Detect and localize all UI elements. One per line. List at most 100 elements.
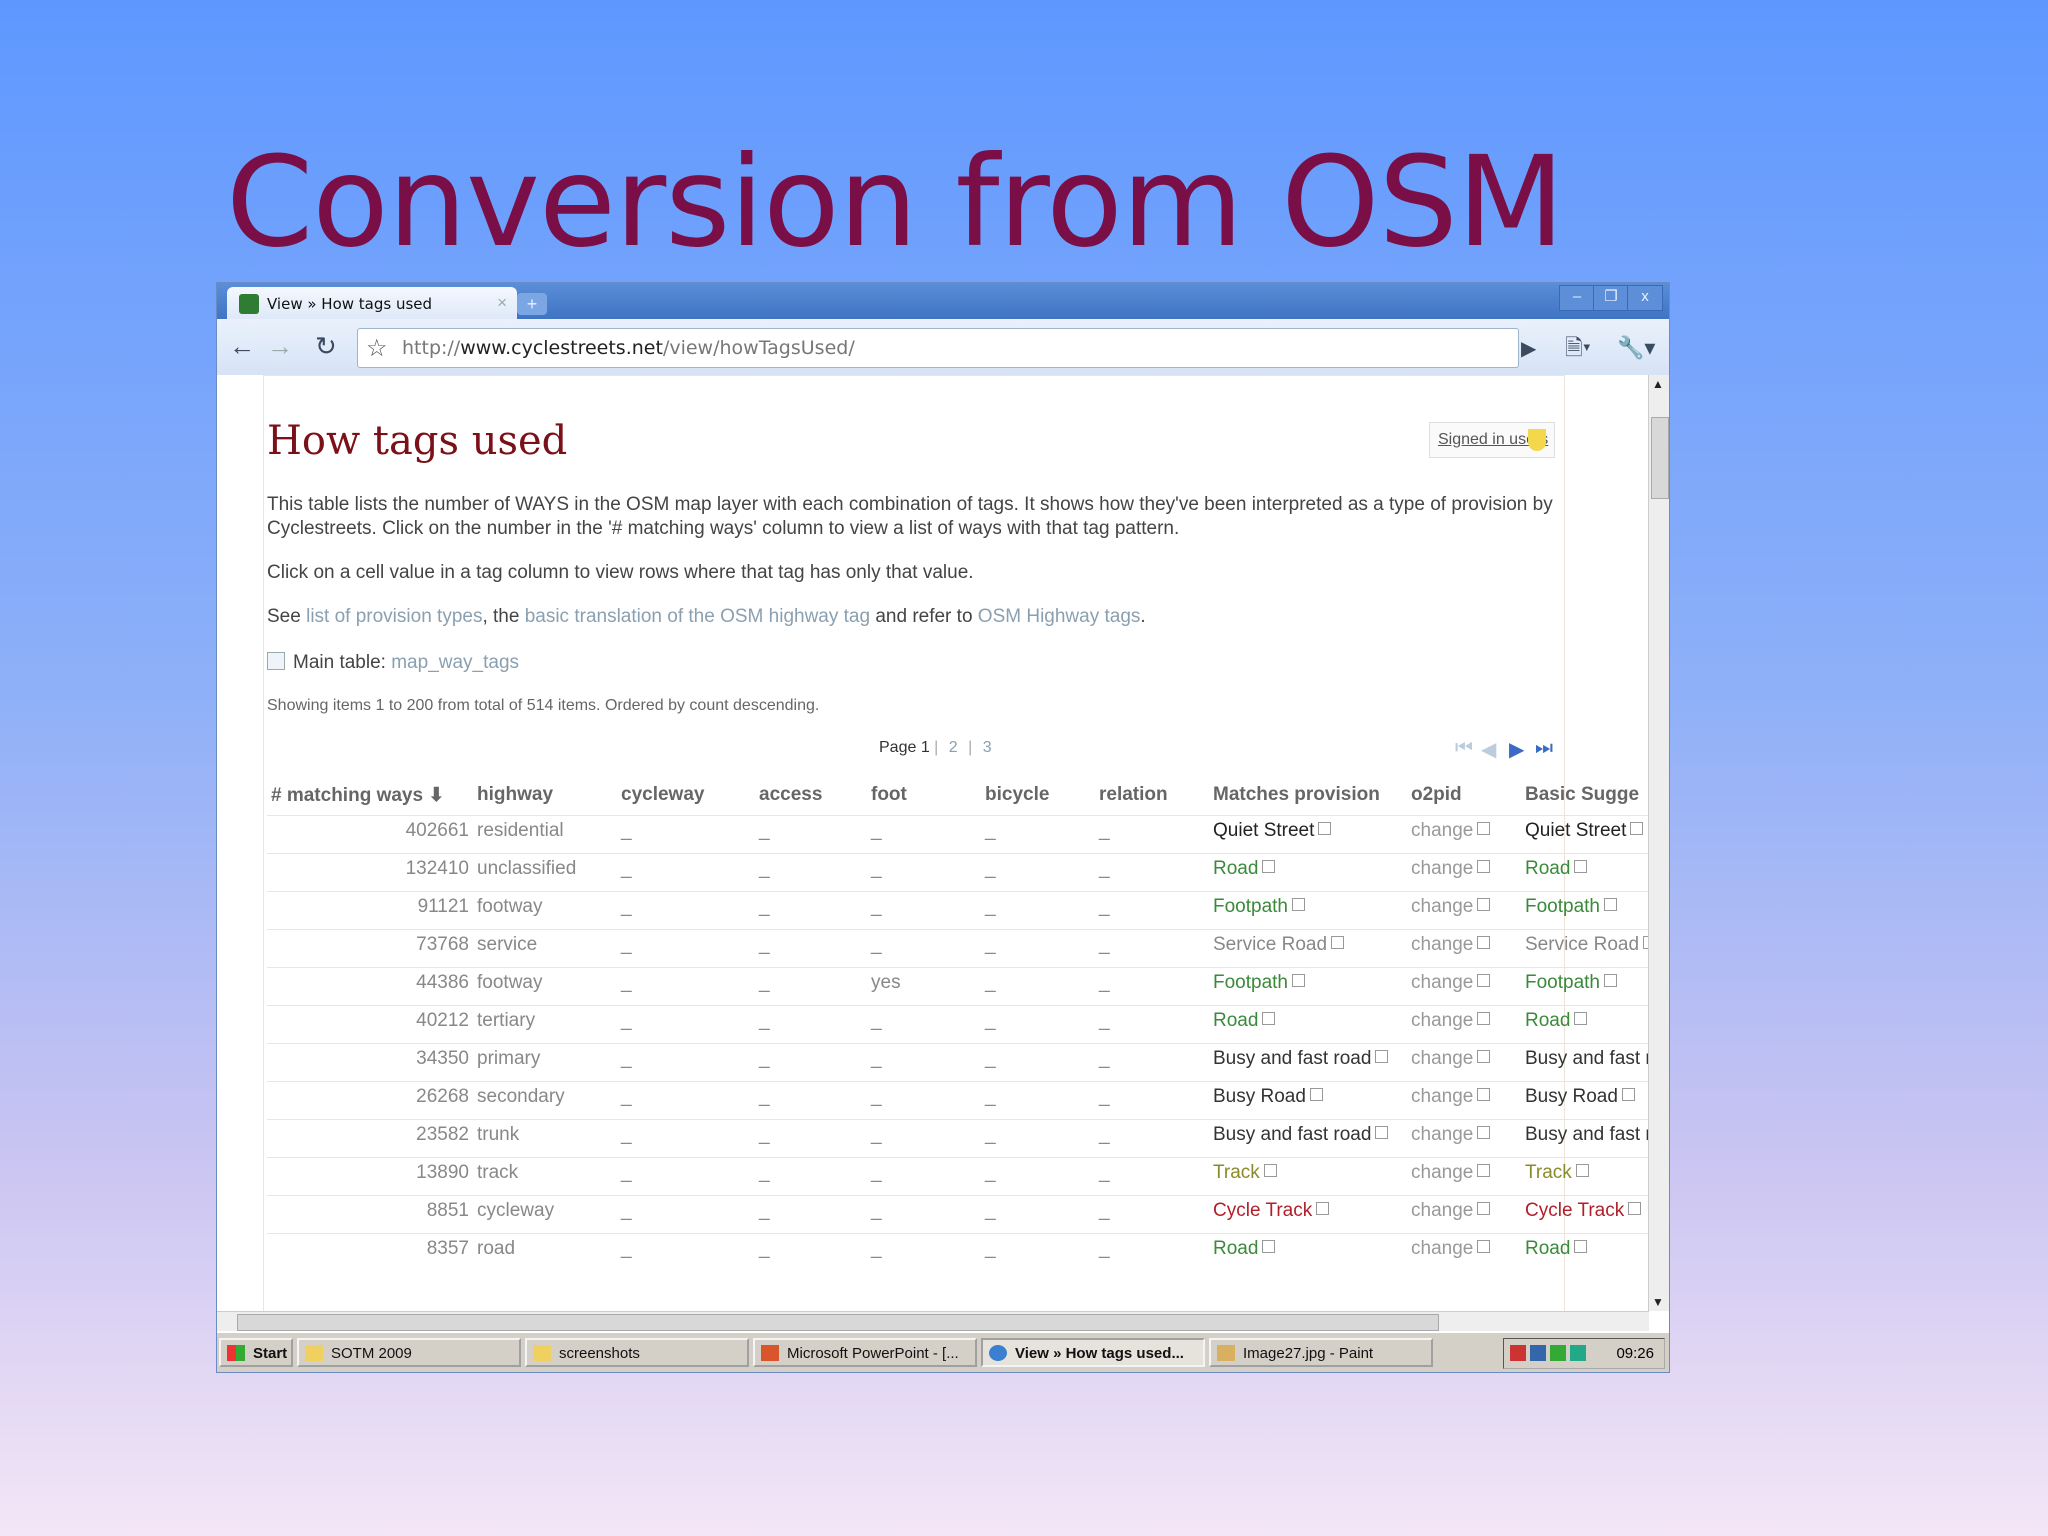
page-3-link[interactable]: 3	[977, 739, 998, 756]
access-cell[interactable]: _	[755, 891, 867, 930]
taskbar-item-browser[interactable]: View » How tags used...	[981, 1338, 1205, 1367]
highway-cell[interactable]: unclassified	[473, 853, 617, 892]
col-highway[interactable]: highway	[473, 775, 617, 816]
bicycle-cell[interactable]: _	[981, 891, 1095, 930]
horizontal-scrollbar[interactable]	[217, 1311, 1649, 1332]
external-link-icon[interactable]	[1477, 1050, 1491, 1063]
cycleway-cell[interactable]: _	[617, 967, 755, 1006]
basic-suggestion-cell[interactable]: Quiet Street	[1521, 815, 1649, 854]
external-link-icon[interactable]	[1477, 1202, 1491, 1215]
basic-suggestion-cell[interactable]: Cycle Track	[1521, 1195, 1649, 1234]
access-cell[interactable]: _	[755, 1233, 867, 1271]
tray-icon-1[interactable]	[1510, 1345, 1526, 1361]
change-cell[interactable]: change	[1407, 891, 1521, 930]
relation-cell[interactable]: _	[1095, 853, 1209, 892]
browser-tab[interactable]: View » How tags used ×	[227, 287, 517, 319]
bicycle-cell[interactable]: _	[981, 929, 1095, 968]
bicycle-cell[interactable]: _	[981, 1081, 1095, 1120]
basic-suggestion-cell[interactable]: Footpath	[1521, 967, 1649, 1006]
external-link-icon[interactable]	[1604, 974, 1617, 987]
external-link-icon[interactable]	[1375, 1050, 1389, 1063]
relation-cell[interactable]: _	[1095, 891, 1209, 930]
relation-cell[interactable]: _	[1095, 1081, 1209, 1120]
foot-cell[interactable]: _	[867, 1233, 981, 1271]
access-cell[interactable]: _	[755, 1157, 867, 1196]
foot-cell[interactable]: _	[867, 815, 981, 854]
reload-icon[interactable]: ↻	[315, 333, 337, 359]
next-page-icon[interactable]: ▶	[1509, 737, 1524, 762]
basic-suggestion-cell[interactable]: Road	[1521, 1005, 1649, 1044]
change-cell[interactable]: change	[1407, 1195, 1521, 1234]
bicycle-cell[interactable]: _	[981, 1005, 1095, 1044]
provision-cell[interactable]: Busy and fast road	[1209, 1043, 1407, 1082]
start-button[interactable]: Start	[219, 1338, 293, 1367]
cycleway-cell[interactable]: _	[617, 1081, 755, 1120]
taskbar-item-powerpoint[interactable]: Microsoft PowerPoint - [...	[753, 1338, 977, 1367]
first-page-icon[interactable]: ⏮	[1455, 737, 1473, 760]
external-link-icon[interactable]	[1477, 1088, 1491, 1101]
change-cell[interactable]: change	[1407, 1043, 1521, 1082]
count-cell[interactable]: 34350	[267, 1043, 473, 1082]
tray-icon-3[interactable]	[1550, 1345, 1566, 1361]
col-relation[interactable]: relation	[1095, 775, 1209, 816]
external-link-icon[interactable]	[1477, 860, 1491, 873]
cycleway-cell[interactable]: _	[617, 1157, 755, 1196]
external-link-icon[interactable]	[1477, 1240, 1491, 1253]
new-tab-button[interactable]: +	[517, 293, 547, 315]
access-cell[interactable]: _	[755, 1081, 867, 1120]
col-foot[interactable]: foot	[867, 775, 981, 816]
external-link-icon[interactable]	[1262, 1240, 1276, 1253]
external-link-icon[interactable]	[1318, 822, 1332, 835]
basic-suggestion-cell[interactable]: Busy and fast road	[1521, 1043, 1649, 1082]
bicycle-cell[interactable]: _	[981, 853, 1095, 892]
bicycle-cell[interactable]: _	[981, 1195, 1095, 1234]
external-link-icon[interactable]	[1574, 1012, 1588, 1025]
basic-suggestion-cell[interactable]: Footpath	[1521, 891, 1649, 930]
change-cell[interactable]: change	[1407, 815, 1521, 854]
taskbar-item-screenshots[interactable]: screenshots	[525, 1338, 749, 1367]
foot-cell[interactable]: _	[867, 1005, 981, 1044]
forward-icon[interactable]: →	[267, 333, 293, 359]
relation-cell[interactable]: _	[1095, 1157, 1209, 1196]
highway-cell[interactable]: residential	[473, 815, 617, 854]
foot-cell[interactable]: yes	[867, 967, 981, 1006]
horizontal-scroll-thumb[interactable]	[237, 1314, 1439, 1331]
access-cell[interactable]: _	[755, 1119, 867, 1158]
basic-suggestion-cell[interactable]: Road	[1521, 853, 1649, 892]
col-cycleway[interactable]: cycleway	[617, 775, 755, 816]
page-menu-icon[interactable]: 🗎▾	[1565, 335, 1591, 361]
tab-close-icon[interactable]: ×	[497, 293, 507, 313]
relation-cell[interactable]: _	[1095, 1043, 1209, 1082]
external-link-icon[interactable]	[1477, 1012, 1491, 1025]
col-matches-provision[interactable]: Matches provision	[1209, 775, 1407, 816]
osm-highway-tags-link[interactable]: OSM Highway tags	[978, 606, 1141, 627]
bicycle-cell[interactable]: _	[981, 1157, 1095, 1196]
highway-cell[interactable]: footway	[473, 967, 617, 1006]
provision-cell[interactable]: Service Road	[1209, 929, 1407, 968]
bicycle-cell[interactable]: _	[981, 1233, 1095, 1271]
external-link-icon[interactable]	[1630, 822, 1644, 835]
provision-types-link[interactable]: list of provision types	[306, 606, 482, 627]
cycleway-cell[interactable]: _	[617, 929, 755, 968]
basic-suggestion-cell[interactable]: Busy and fast road	[1521, 1119, 1649, 1158]
external-link-icon[interactable]	[1263, 1164, 1277, 1177]
change-cell[interactable]: change	[1407, 1081, 1521, 1120]
count-cell[interactable]: 8851	[267, 1195, 473, 1234]
change-cell[interactable]: change	[1407, 929, 1521, 968]
cycleway-cell[interactable]: _	[617, 1195, 755, 1234]
provision-cell[interactable]: Quiet Street	[1209, 815, 1407, 854]
tray-icon-2[interactable]	[1530, 1345, 1546, 1361]
change-cell[interactable]: change	[1407, 853, 1521, 892]
count-cell[interactable]: 73768	[267, 929, 473, 968]
basic-suggestion-cell[interactable]: Road	[1521, 1233, 1649, 1271]
cycleway-cell[interactable]: _	[617, 891, 755, 930]
access-cell[interactable]: _	[755, 929, 867, 968]
foot-cell[interactable]: _	[867, 1043, 981, 1082]
tray-icon-4[interactable]	[1570, 1345, 1586, 1361]
highway-cell[interactable]: cycleway	[473, 1195, 617, 1234]
external-link-icon[interactable]	[1477, 936, 1491, 949]
main-table-checkbox[interactable]	[267, 652, 285, 670]
external-link-icon[interactable]	[1477, 1164, 1491, 1177]
relation-cell[interactable]: _	[1095, 929, 1209, 968]
scroll-down-icon[interactable]: ▼	[1652, 1295, 1664, 1309]
